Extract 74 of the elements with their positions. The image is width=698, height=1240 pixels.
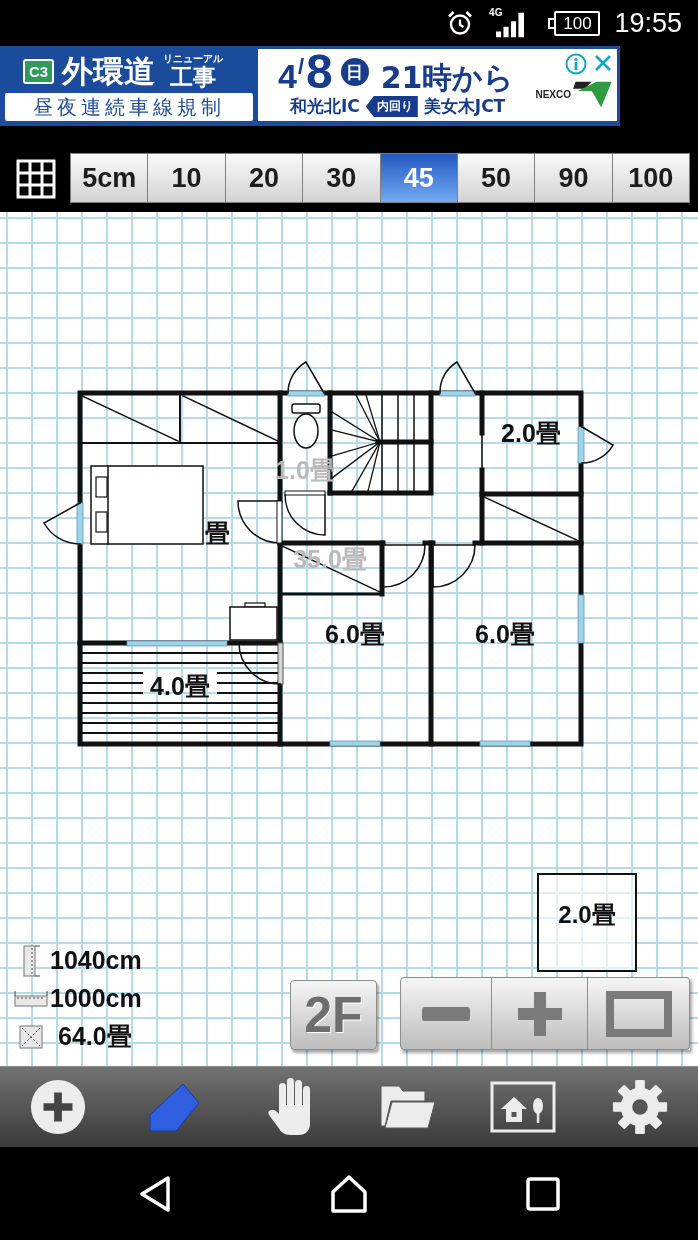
depth-reading: 1040cm xyxy=(50,946,142,975)
room-area-label: 4.0畳 xyxy=(150,672,210,700)
grid-size-tab[interactable]: 10 xyxy=(148,153,226,203)
grid-size-tab[interactable]: 45 xyxy=(380,153,458,203)
fit-view-button[interactable] xyxy=(588,977,690,1050)
door-swing xyxy=(432,544,476,588)
window-pane xyxy=(479,740,531,747)
network-type-label: 4G xyxy=(489,7,503,18)
floor-button[interactable]: 2F xyxy=(290,980,377,1050)
desk xyxy=(229,602,278,641)
window-pane xyxy=(287,390,325,397)
origin-label: 和光北IC xyxy=(290,95,360,118)
destination-label: 美女木JCT xyxy=(423,95,506,118)
alarm-icon xyxy=(447,10,474,36)
minus-icon xyxy=(422,1006,470,1021)
grid-size-tab[interactable]: 5cm xyxy=(70,153,149,203)
width-dimension-icon xyxy=(14,990,48,1007)
grid-size-tab[interactable]: 50 xyxy=(457,153,536,203)
height-dimension-icon xyxy=(21,944,41,977)
overview-icon[interactable] xyxy=(526,1176,560,1211)
area-icon xyxy=(19,1024,43,1049)
plus-icon xyxy=(515,989,564,1038)
ad-headline-note: リニューアル xyxy=(163,52,224,65)
toilet xyxy=(291,403,321,449)
width-reading: 1000cm xyxy=(50,984,142,1013)
door-swing xyxy=(581,426,614,464)
logo-text: NEXCO xyxy=(535,89,571,100)
house-picture-icon[interactable] xyxy=(490,1081,557,1133)
window-pane xyxy=(439,390,476,397)
grid-size-tab[interactable]: 100 xyxy=(612,153,690,203)
room-area-label: 畳 xyxy=(205,519,230,547)
route-badge: C3 xyxy=(23,58,55,84)
ad-subtitle: 昼夜連続車線規制 xyxy=(5,93,253,121)
door-swing xyxy=(284,490,326,536)
grid-icon[interactable] xyxy=(16,159,56,199)
door-swing xyxy=(43,502,81,545)
room-area-label: 2.0畳 xyxy=(501,419,561,447)
door-swing xyxy=(237,500,283,544)
date-month: 4 xyxy=(278,57,297,96)
close-icon[interactable] xyxy=(593,53,613,73)
add-icon[interactable] xyxy=(29,1078,88,1136)
direction-tag: 内回り xyxy=(365,96,418,117)
window-pane xyxy=(577,426,585,464)
window-pane xyxy=(329,740,381,747)
weekday-badge: 日 xyxy=(340,58,369,86)
battery-tip-icon xyxy=(548,17,555,29)
rectangle-icon xyxy=(605,990,672,1037)
grid-size-tab[interactable]: 30 xyxy=(303,153,381,203)
door-swing xyxy=(287,361,325,394)
start-time: 21時から xyxy=(380,59,515,97)
folder-icon[interactable] xyxy=(377,1082,438,1132)
room-area-label: 6.0畳 xyxy=(325,620,385,648)
date-day: 8 xyxy=(306,49,333,95)
window-pane xyxy=(577,594,585,644)
ad-headline-suffix: 工事 xyxy=(170,64,217,90)
clock-time: 19:55 xyxy=(614,7,682,39)
settings-icon[interactable] xyxy=(610,1078,669,1136)
zoom-out-button[interactable] xyxy=(400,977,492,1050)
ad-headline: 外環道 xyxy=(62,55,156,87)
door-swing xyxy=(382,544,426,588)
date-separator: / xyxy=(297,54,305,80)
battery-indicator: 100 xyxy=(554,10,601,36)
grid-size-tab[interactable]: 20 xyxy=(225,153,304,203)
zoom-in-button[interactable] xyxy=(492,977,588,1050)
info-icon[interactable] xyxy=(565,53,587,75)
grid-size-tab[interactable]: 90 xyxy=(535,153,613,203)
window-pane xyxy=(76,502,84,545)
door-swing xyxy=(238,642,284,685)
room-area-label: 6.0畳 xyxy=(475,620,535,648)
room-template[interactable]: 2.0畳 xyxy=(537,873,637,972)
area-reading: 64.0畳 xyxy=(57,1021,133,1052)
door-swing xyxy=(439,361,476,394)
back-icon[interactable] xyxy=(137,1173,173,1214)
home-icon[interactable] xyxy=(329,1173,369,1214)
